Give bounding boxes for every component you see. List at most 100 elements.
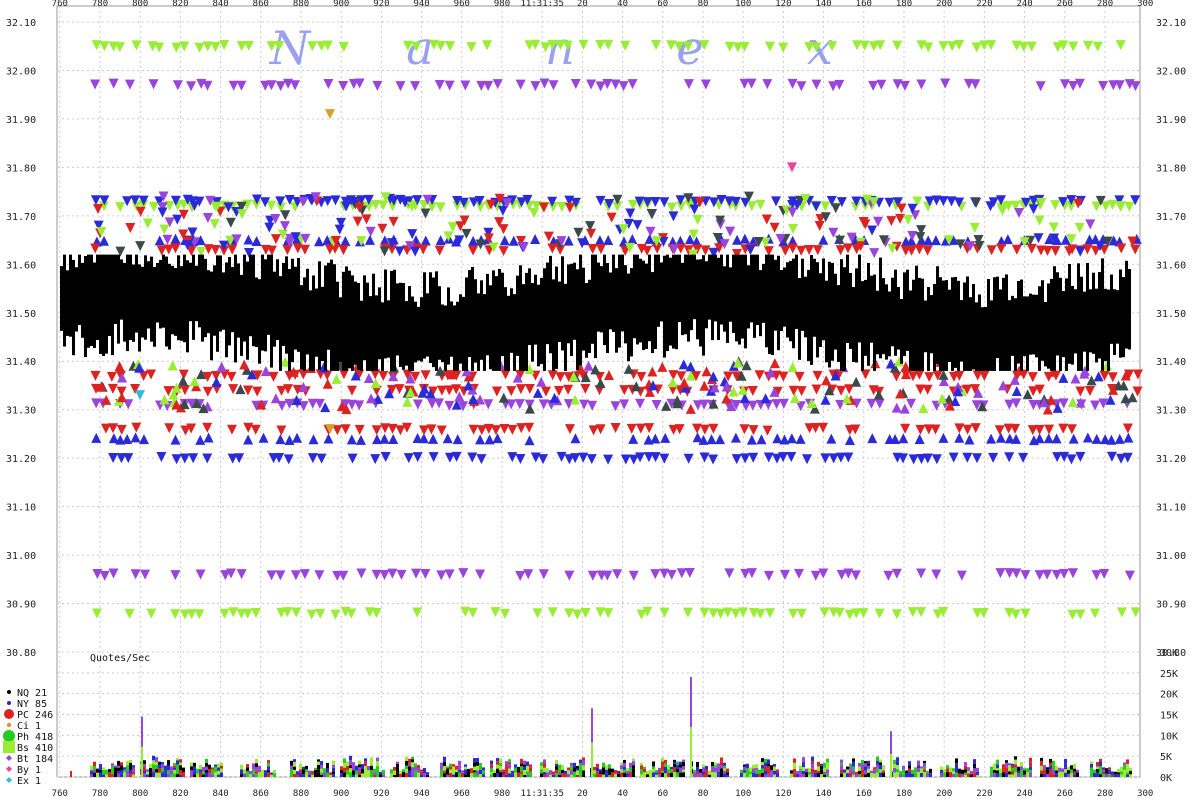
down-triangle-mark [755, 608, 766, 619]
nq-bar [456, 301, 459, 371]
y-tick-label-left: 31.90 [6, 115, 36, 126]
volume-segment [467, 768, 470, 773]
x-tick-label-bottom: 80 [698, 789, 709, 799]
down-triangle-mark [1068, 80, 1079, 91]
volume-segment [629, 772, 632, 777]
nq-bar [462, 296, 465, 371]
volume-segment [1108, 769, 1111, 772]
volume-segment [1067, 770, 1070, 774]
down-triangle-mark [228, 607, 239, 618]
volume-segment [602, 774, 605, 777]
volume-segment [679, 761, 682, 765]
volume-segment [476, 761, 479, 766]
volume-segment [570, 765, 573, 770]
volume-segment [693, 769, 696, 773]
volume-segment [682, 762, 685, 767]
volume-segment [143, 767, 146, 771]
volume-segment [864, 770, 867, 775]
volume-segment [393, 774, 396, 777]
volume-segment [876, 772, 879, 777]
nq-bar [741, 254, 744, 339]
volume-segment [390, 773, 393, 777]
volume-segment [290, 773, 293, 777]
volume-segment [523, 774, 526, 777]
volume-segment [373, 772, 376, 775]
x-tick-label-top: 11:31:35 [521, 0, 564, 9]
down-triangle-mark [739, 41, 750, 52]
down-triangle-mark [564, 570, 575, 581]
volume-segment [611, 768, 614, 773]
x-tick-label-bottom: 20 [577, 789, 588, 799]
nq-bar [459, 294, 462, 364]
nq-bar [405, 301, 408, 366]
nq-bar [801, 258, 804, 331]
down-triangle-mark [1020, 570, 1031, 581]
volume-segment [164, 769, 167, 772]
volume-segment [864, 774, 867, 777]
nq-bar [141, 266, 144, 338]
volume-segment [129, 765, 132, 771]
nq-bar [1077, 263, 1080, 371]
down-triangle-mark [202, 422, 213, 433]
down-triangle-mark [108, 568, 119, 579]
volume-segment [96, 772, 99, 777]
volume-segment [1126, 772, 1129, 775]
volume-segment [255, 771, 258, 774]
volume-segment [873, 769, 876, 774]
volume-segment [967, 767, 970, 771]
nq-bar [546, 262, 549, 345]
volume-segment [190, 772, 193, 777]
volume-segment [458, 760, 461, 766]
down-triangle-mark [778, 398, 789, 409]
down-triangle-mark [625, 208, 636, 219]
x-tick-label-top: 220 [976, 0, 992, 9]
volume-segment [170, 770, 173, 775]
nq-bar [261, 254, 264, 351]
volume-segment [1123, 762, 1126, 766]
down-triangle-mark [1124, 570, 1135, 581]
volume-segment [796, 773, 799, 777]
nq-bar [117, 254, 120, 344]
down-triangle-mark [612, 569, 623, 580]
nq-bar [726, 254, 729, 343]
volume-segment [173, 773, 176, 777]
volume-segment [455, 765, 458, 770]
legend-label: Ph 418 [17, 732, 53, 743]
watermark-letter: N [269, 21, 312, 75]
y-tick-label-right: 32.00 [1156, 66, 1186, 77]
volume-segment [323, 772, 326, 777]
nq-bar [171, 265, 174, 335]
down-triangle-mark [986, 245, 997, 256]
nq-bar [237, 263, 240, 338]
down-triangle-mark [586, 79, 597, 90]
y-tick-label-right: 31.90 [1156, 115, 1186, 126]
nq-bar [255, 277, 258, 348]
volume-segment [661, 765, 664, 771]
x-tick-label-top: 60 [657, 0, 668, 9]
volume-segment [205, 770, 208, 773]
volume-segment [1011, 765, 1014, 769]
volume-segment [1043, 769, 1046, 774]
volume-segment [620, 772, 623, 777]
volume-segment [826, 773, 829, 777]
volume-segment [867, 772, 870, 777]
down-triangle-mark [787, 78, 798, 89]
nq-bar [372, 273, 375, 371]
volume-segment [152, 760, 155, 765]
volume-segment [417, 774, 420, 777]
x-tick-label-top: 800 [132, 0, 148, 9]
volume-segment [902, 765, 905, 770]
down-triangle-mark [1058, 398, 1069, 409]
volume-segment [258, 765, 261, 770]
volume-segment [555, 773, 558, 777]
down-triangle-mark [620, 454, 631, 465]
nq-bar [258, 279, 261, 364]
nq-bar [465, 277, 468, 371]
legend-label: Bs 410 [17, 743, 53, 754]
nq-bar [1017, 280, 1020, 364]
down-triangle-mark [1068, 41, 1079, 52]
down-triangle-mark [940, 78, 951, 89]
down-triangle-mark [497, 205, 508, 216]
volume-segment [990, 769, 993, 774]
volume-segment [114, 767, 117, 773]
